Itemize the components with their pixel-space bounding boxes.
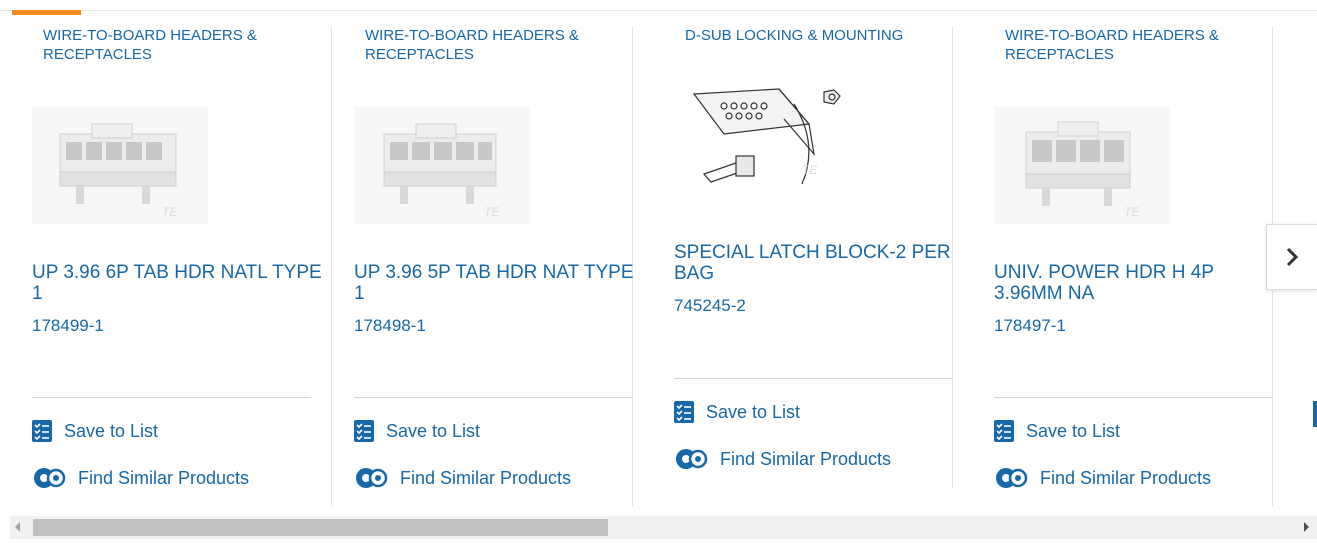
gears-icon: [996, 468, 1028, 488]
product-category[interactable]: WIRE-TO-BOARD HEADERS & RECEPTACLES: [365, 26, 645, 64]
checklist-icon: [32, 420, 52, 442]
divider: [32, 397, 311, 398]
product-card: D-SUB LOCKING & MOUNTING TE SPECIAL LATC…: [653, 26, 953, 488]
find-similar-label: Find Similar Products: [78, 467, 250, 488]
divider: [994, 397, 1273, 398]
save-to-list-label: Save to List: [386, 420, 481, 441]
find-similar-label: Find Similar Products: [1040, 467, 1212, 488]
product-category[interactable]: WIRE-TO-BOARD HEADERS & RECEPTACLES: [43, 26, 323, 64]
product-title-link[interactable]: UNIV. POWER HDR H 4P 3.96MM NA: [994, 262, 1284, 304]
product-card: WIRE-TO-BOARD HEADERS & RECEPTACLES TE U…: [32, 26, 332, 506]
carousel-next-button[interactable]: [1266, 224, 1317, 290]
find-similar-button[interactable]: Find Similar Products: [994, 466, 1211, 490]
watermark: TE: [802, 163, 818, 177]
product-card: WIRE-TO-BOARD HEADERS & RECEPTACLES TE U…: [333, 26, 634, 506]
chevron-right-icon: [1286, 247, 1299, 267]
find-similar-label: Find Similar Products: [720, 448, 892, 469]
latch-block-drawing-icon[interactable]: TE: [684, 84, 844, 194]
scrollbar-thumb[interactable]: [33, 519, 608, 536]
gears-icon: [356, 468, 388, 488]
watermark: TE: [1124, 205, 1140, 219]
product-category[interactable]: WIRE-TO-BOARD HEADERS & RECEPTACLES: [1005, 26, 1285, 64]
find-similar-button[interactable]: Find Similar Products: [32, 466, 249, 490]
save-to-list-button[interactable]: Save to List: [674, 401, 800, 423]
find-similar-button[interactable]: Find Similar Products: [674, 447, 891, 471]
save-to-list-button[interactable]: Save to List: [354, 420, 480, 442]
gears-icon: [34, 468, 66, 488]
connector-header-icon[interactable]: TE: [32, 106, 208, 224]
horizontal-scrollbar[interactable]: [10, 516, 1317, 539]
part-number[interactable]: 745245-2: [674, 296, 746, 316]
gears-icon: [676, 449, 708, 469]
checklist-icon: [994, 420, 1014, 442]
connector-header-icon[interactable]: TE: [994, 106, 1170, 224]
checklist-icon: [674, 401, 694, 423]
partial-card-icon[interactable]: [1313, 401, 1317, 427]
product-card: WIRE-TO-BOARD HEADERS & RECEPTACLES TE U…: [973, 26, 1273, 506]
save-to-list-label: Save to List: [706, 401, 801, 422]
part-number[interactable]: 178498-1: [354, 316, 426, 336]
top-border: [0, 10, 1317, 11]
save-to-list-button[interactable]: Save to List: [994, 420, 1120, 442]
save-to-list-button[interactable]: Save to List: [32, 420, 158, 442]
find-similar-button[interactable]: Find Similar Products: [354, 466, 571, 490]
save-to-list-label: Save to List: [64, 420, 159, 441]
product-title-link[interactable]: UP 3.96 6P TAB HDR NATL TYPE 1: [32, 262, 322, 304]
product-title-link[interactable]: UP 3.96 5P TAB HDR NAT TYPE 1: [354, 262, 644, 304]
checklist-icon: [354, 420, 374, 442]
watermark: TE: [162, 205, 178, 219]
connector-header-icon[interactable]: TE: [354, 106, 530, 224]
product-title-link[interactable]: SPECIAL LATCH BLOCK-2 PER BAG: [674, 242, 954, 284]
divider: [674, 378, 952, 379]
divider: [354, 397, 633, 398]
scroll-left-arrow-icon[interactable]: [15, 522, 20, 532]
find-similar-label: Find Similar Products: [400, 467, 572, 488]
part-number[interactable]: 178497-1: [994, 316, 1066, 336]
save-to-list-label: Save to List: [1026, 420, 1121, 441]
watermark: TE: [484, 205, 500, 219]
active-tab-indicator: [12, 10, 81, 15]
product-category[interactable]: D-SUB LOCKING & MOUNTING: [685, 26, 965, 45]
part-number[interactable]: 178499-1: [32, 316, 104, 336]
scroll-right-arrow-icon[interactable]: [1304, 522, 1309, 532]
